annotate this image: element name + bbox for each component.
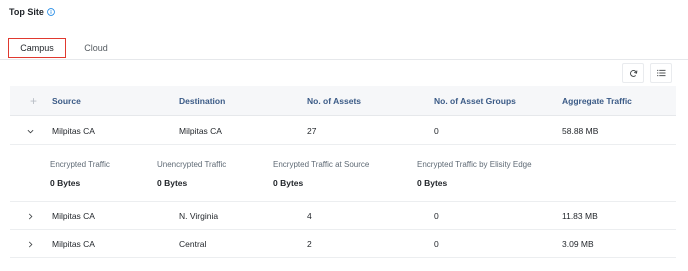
refresh-icon <box>629 69 637 77</box>
detail-label-encrypted: Encrypted Traffic <box>50 160 110 169</box>
cell-source: Milpitas CA <box>52 126 95 136</box>
table-row[interactable]: Milpitas CA Milpitas CA 27 0 58.88 MB <box>10 117 676 145</box>
chevron-down-icon[interactable] <box>24 117 36 145</box>
chevron-right-icon[interactable] <box>24 202 36 230</box>
tab-campus-label: Campus <box>20 43 54 53</box>
detail-value-encrypted: 0 Bytes <box>50 178 81 188</box>
site-tabs: Campus Cloud <box>0 38 688 60</box>
column-header-aggregate-traffic[interactable]: Aggregate Traffic <box>562 86 632 116</box>
cell-source: Milpitas CA <box>52 239 95 249</box>
info-icon[interactable] <box>47 8 55 16</box>
cell-aggregate-traffic: 58.88 MB <box>562 126 599 136</box>
column-header-destination[interactable]: Destination <box>179 86 225 116</box>
detail-label-unencrypted: Unencrypted Traffic <box>157 160 227 169</box>
detail-label-encrypted-edge: Encrypted Traffic by Elisity Edge <box>417 160 532 169</box>
plus-icon[interactable]: + <box>30 86 37 116</box>
chevron-right-icon[interactable] <box>24 230 36 258</box>
cell-source: Milpitas CA <box>52 211 95 221</box>
tab-campus[interactable]: Campus <box>8 38 66 58</box>
cell-destination: N. Virginia <box>179 211 219 221</box>
table-row[interactable]: Milpitas CA N. Virginia 4 0 11.83 MB <box>10 202 676 230</box>
tab-cloud-label: Cloud <box>84 43 108 53</box>
table-header: + Source Destination No. of Assets No. o… <box>10 86 676 116</box>
cell-asset-groups: 0 <box>434 126 439 136</box>
cell-destination: Milpitas CA <box>179 126 222 136</box>
cell-assets: 2 <box>307 239 312 249</box>
column-header-source[interactable]: Source <box>52 86 81 116</box>
cell-assets: 27 <box>307 126 317 136</box>
list-icon <box>656 69 665 77</box>
detail-value-encrypted-source: 0 Bytes <box>273 178 304 188</box>
tab-cloud[interactable]: Cloud <box>76 38 116 58</box>
page-title-text: Top Site <box>9 7 44 17</box>
table-row[interactable]: Milpitas CA Central 2 0 3.09 MB <box>10 230 676 258</box>
cell-asset-groups: 0 <box>434 211 439 221</box>
column-header-asset-groups[interactable]: No. of Asset Groups <box>434 86 516 116</box>
detail-label-encrypted-source: Encrypted Traffic at Source <box>273 160 370 169</box>
cell-assets: 4 <box>307 211 312 221</box>
cell-destination: Central <box>179 239 207 249</box>
page-title: Top Site <box>9 7 55 17</box>
cell-aggregate-traffic: 3.09 MB <box>562 239 594 249</box>
detail-value-unencrypted: 0 Bytes <box>157 178 188 188</box>
column-settings-button[interactable] <box>650 63 672 83</box>
cell-aggregate-traffic: 11.83 MB <box>562 211 598 221</box>
expanded-row-details: Encrypted Traffic 0 Bytes Unencrypted Tr… <box>10 145 676 202</box>
refresh-button[interactable] <box>622 63 644 83</box>
cell-asset-groups: 0 <box>434 239 439 249</box>
column-header-assets[interactable]: No. of Assets <box>307 86 361 116</box>
detail-value-encrypted-edge: 0 Bytes <box>417 178 448 188</box>
